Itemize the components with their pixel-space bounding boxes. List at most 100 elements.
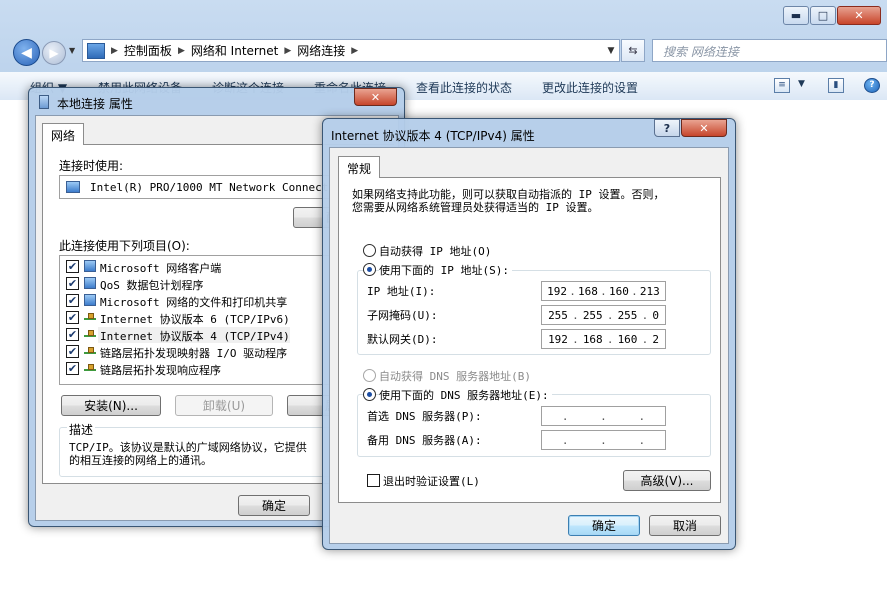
caption-buttons: ▬ □ ✕ [783,6,881,25]
back-arrow-icon[interactable]: ◀ [13,39,40,66]
ip-octet: 255 [548,308,568,322]
subnet-mask-field[interactable]: 255. 255. 255. 0 [541,305,666,325]
list-item[interactable]: Microsoft 网络的文件和打印机共享 [100,294,287,310]
view-status-command[interactable]: 查看此连接的状态 [416,79,512,96]
ip-dot: . [569,284,576,298]
item-checkbox[interactable]: ✔ [66,294,79,307]
auto-dns-label[interactable]: 自动获得 DNS 服务器地址(B) [379,368,531,384]
breadcrumb-chevron-icon[interactable]: ▶ [109,46,120,56]
item-checkbox[interactable]: ✔ [66,311,79,324]
ip-dot: . [638,433,646,447]
validate-label[interactable]: 退出时验证设置(L) [383,473,480,489]
network-card-icon [66,181,80,193]
ip-dot: . [600,433,607,447]
ip-address-field[interactable]: 192. 168. 160. 213 [541,281,666,301]
gateway-field[interactable]: 192. 168. 160. 2 [541,329,666,349]
preferred-dns-label: 首选 DNS 服务器(P): [367,410,482,423]
close-button[interactable]: ✕ [837,6,881,25]
item-checkbox[interactable]: ✔ [66,345,79,358]
close-icon[interactable]: ✕ [681,119,727,137]
intro-text: 您需要从网络系统管理员处获得适当的 IP 设置。 [352,201,599,214]
ip-octet: 255 [582,308,603,322]
description-text: 的相互连接的网络上的通讯。 [69,454,212,467]
protocol-icon [84,347,96,357]
ip-dot: . [561,409,569,423]
forward-arrow-icon[interactable]: ▶ [42,41,66,65]
validate-checkbox[interactable] [367,474,380,487]
search-input[interactable]: 搜索 网络连接 [652,39,887,62]
ipv4-properties-dialog: Internet 协议版本 4 (TCP/IPv4) 属性 ? ✕ 常规 如果网… [322,118,736,550]
list-item[interactable]: QoS 数据包计划程序 [100,277,204,293]
list-item[interactable]: 链路层拓扑发现映射器 I/O 驱动程序 [100,345,287,361]
ip-dot: . [561,433,569,447]
manual-dns-radio[interactable] [363,388,376,401]
help-icon[interactable]: ? [654,119,680,137]
ip-octet: 255 [617,308,638,322]
list-item[interactable]: Internet 协议版本 6 (TCP/IPv6) [100,311,290,327]
ip-dot: . [631,284,638,298]
ip-octet: 2 [652,332,659,346]
close-icon[interactable]: ✕ [354,88,397,106]
dialog-title: 本地连接 属性 [57,97,133,111]
breadcrumb-network-internet[interactable]: 网络和 Internet [187,42,282,59]
ip-dot: . [638,409,646,423]
auto-ip-radio[interactable] [363,244,376,257]
breadcrumb-chevron-icon[interactable]: ▶ [176,46,187,56]
client-icon [84,260,96,272]
dialog-title: Internet 协议版本 4 (TCP/IPv4) 属性 [331,129,535,143]
item-checkbox[interactable]: ✔ [66,328,79,341]
general-tab-panel: 如果网络支持此功能，则可以获取自动指派的 IP 设置。否则， 您需要从网络系统管… [338,177,721,503]
maximize-button[interactable]: □ [810,6,836,25]
list-item[interactable]: Microsoft 网络客户端 [100,260,221,276]
connect-using-label: 连接时使用: [59,159,124,173]
manual-ip-radio[interactable] [363,263,376,276]
item-checkbox[interactable]: ✔ [66,362,79,375]
ip-dot: . [641,332,649,346]
ip-octet: 168 [578,284,598,298]
preview-pane-icon[interactable]: ▮ [828,78,844,93]
install-button[interactable]: 安装(N)... [61,395,161,416]
gateway-label: 默认网关(D): [367,333,438,346]
qos-icon [84,277,96,289]
item-checkbox[interactable]: ✔ [66,277,79,290]
auto-dns-radio[interactable] [363,369,376,382]
breadcrumb-chevron-icon[interactable]: ▶ [282,46,293,56]
breadcrumb-chevron-icon[interactable]: ▶ [349,46,360,56]
advanced-button[interactable]: 高级(V)... [623,470,711,491]
list-item[interactable]: 链路层拓扑发现响应程序 [100,362,221,378]
ip-octet: 192 [548,332,568,346]
tab-general[interactable]: 常规 [338,156,381,178]
uninstall-button[interactable]: 卸载(U) [175,395,273,416]
alternate-dns-field[interactable]: ... [541,430,666,450]
description-label: 描述 [67,421,96,438]
help-icon[interactable]: ? [864,78,880,93]
cancel-button[interactable]: 取消 [649,515,721,536]
ip-octet: 213 [639,284,660,298]
preferred-dns-field[interactable]: ... [541,406,666,426]
ip-dot: . [600,409,607,423]
dialog-body: 常规 如果网络支持此功能，则可以获取自动指派的 IP 设置。否则， 您需要从网络… [329,147,729,544]
manual-dns-label[interactable]: 使用下面的 DNS 服务器地址(E): [379,387,552,403]
view-dropdown-icon[interactable]: ▼ [798,79,805,89]
refresh-icon[interactable]: ⇆ [621,39,645,62]
tab-network[interactable]: 网络 [42,123,85,145]
breadcrumb-network-connections[interactable]: 网络连接 [293,42,349,59]
change-settings-command[interactable]: 更改此连接的设置 [542,79,638,96]
protocol-icon [84,364,96,374]
ok-button[interactable]: 确定 [568,515,640,536]
breadcrumb-control-panel[interactable]: 控制面板 [120,42,176,59]
ok-button[interactable]: 确定 [238,495,310,516]
minimize-button[interactable]: ▬ [783,6,809,25]
address-dropdown-icon[interactable]: ▼ [603,46,619,56]
alternate-dns-label: 备用 DNS 服务器(A): [367,434,482,447]
view-options-icon[interactable]: ≡ [774,78,790,93]
address-bar[interactable]: ▶ 控制面板 ▶ 网络和 Internet ▶ 网络连接 ▶ ▼ [82,39,620,62]
ip-octet: 160 [617,332,638,346]
ip-dot: . [606,332,614,346]
manual-ip-label[interactable]: 使用下面的 IP 地址(S): [379,262,512,278]
list-item-selected[interactable]: Internet 协议版本 4 (TCP/IPv4) [100,328,290,344]
file-sharing-icon [84,294,96,306]
auto-ip-label[interactable]: 自动获得 IP 地址(O) [379,243,491,259]
item-checkbox[interactable]: ✔ [66,260,79,273]
history-dropdown-icon[interactable]: ▼ [69,46,75,55]
